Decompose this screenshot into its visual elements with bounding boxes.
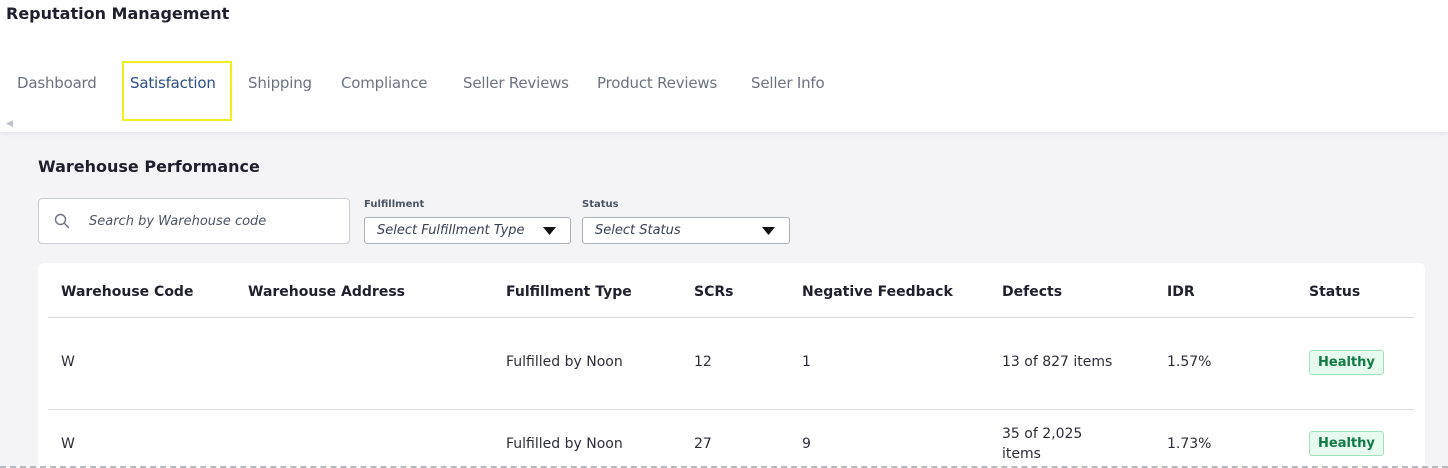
column-header-defects[interactable]: Defects bbox=[1002, 284, 1062, 300]
cell-warehouse-code: W bbox=[61, 354, 75, 370]
caret-down-icon bbox=[543, 227, 556, 235]
cell-scrs: 12 bbox=[694, 354, 712, 370]
cell-negative-feedback: 1 bbox=[802, 354, 811, 370]
fulfillment-filter-label: Fulfillment bbox=[364, 199, 425, 210]
search-input[interactable] bbox=[89, 211, 339, 231]
column-header-warehouse-address[interactable]: Warehouse Address bbox=[248, 284, 405, 300]
app-header: Reputation Management bbox=[0, 0, 1448, 50]
search-box[interactable] bbox=[38, 198, 350, 244]
row-divider bbox=[48, 409, 1414, 410]
section-title: Warehouse Performance bbox=[38, 157, 260, 176]
search-icon bbox=[54, 213, 70, 229]
caret-down-icon bbox=[762, 227, 775, 235]
cell-idr: 1.57% bbox=[1167, 354, 1212, 370]
warehouse-table: Warehouse Code Warehouse Address Fulfill… bbox=[38, 263, 1425, 468]
cell-warehouse-code: W bbox=[61, 436, 75, 452]
column-header-fulfillment-type[interactable]: Fulfillment Type bbox=[506, 284, 632, 300]
cell-negative-feedback: 9 bbox=[802, 436, 811, 452]
cell-defects: 13 of 827 items bbox=[1002, 354, 1113, 370]
cell-fulfillment-type: Fulfilled by Noon bbox=[506, 436, 623, 452]
column-header-warehouse-code[interactable]: Warehouse Code bbox=[61, 284, 193, 300]
cell-scrs: 27 bbox=[694, 436, 712, 452]
scroll-left-icon[interactable]: ◀ bbox=[6, 119, 13, 129]
app-title: Reputation Management bbox=[6, 4, 230, 23]
tab-bar: Dashboard Satisfaction Shipping Complian… bbox=[0, 50, 1448, 132]
status-badge: Healthy bbox=[1309, 350, 1384, 375]
tab-compliance[interactable]: Compliance bbox=[341, 74, 427, 96]
cell-fulfillment-type: Fulfilled by Noon bbox=[506, 354, 623, 370]
column-header-idr[interactable]: IDR bbox=[1167, 284, 1195, 300]
status-badge: Healthy bbox=[1309, 431, 1384, 456]
tab-seller-reviews[interactable]: Seller Reviews bbox=[463, 74, 569, 96]
fulfillment-select-value: Select Fulfillment Type bbox=[377, 223, 525, 238]
fulfillment-select[interactable]: Select Fulfillment Type bbox=[364, 217, 571, 244]
status-select[interactable]: Select Status bbox=[582, 217, 790, 244]
column-header-negative-feedback[interactable]: Negative Feedback bbox=[802, 284, 953, 300]
tab-satisfaction[interactable]: Satisfaction bbox=[130, 74, 216, 96]
cell-idr: 1.73% bbox=[1167, 436, 1212, 452]
column-header-scrs[interactable]: SCRs bbox=[694, 284, 733, 300]
column-header-status[interactable]: Status bbox=[1309, 284, 1360, 300]
tab-dashboard[interactable]: Dashboard bbox=[17, 74, 97, 96]
cell-defects: 35 of 2,025 items bbox=[1002, 426, 1083, 462]
header-divider bbox=[48, 317, 1414, 318]
tab-seller-info[interactable]: Seller Info bbox=[751, 74, 825, 96]
status-select-value: Select Status bbox=[595, 223, 681, 238]
tab-shipping[interactable]: Shipping bbox=[248, 74, 312, 96]
tab-product-reviews[interactable]: Product Reviews bbox=[597, 74, 717, 96]
status-filter-label: Status bbox=[582, 199, 619, 210]
